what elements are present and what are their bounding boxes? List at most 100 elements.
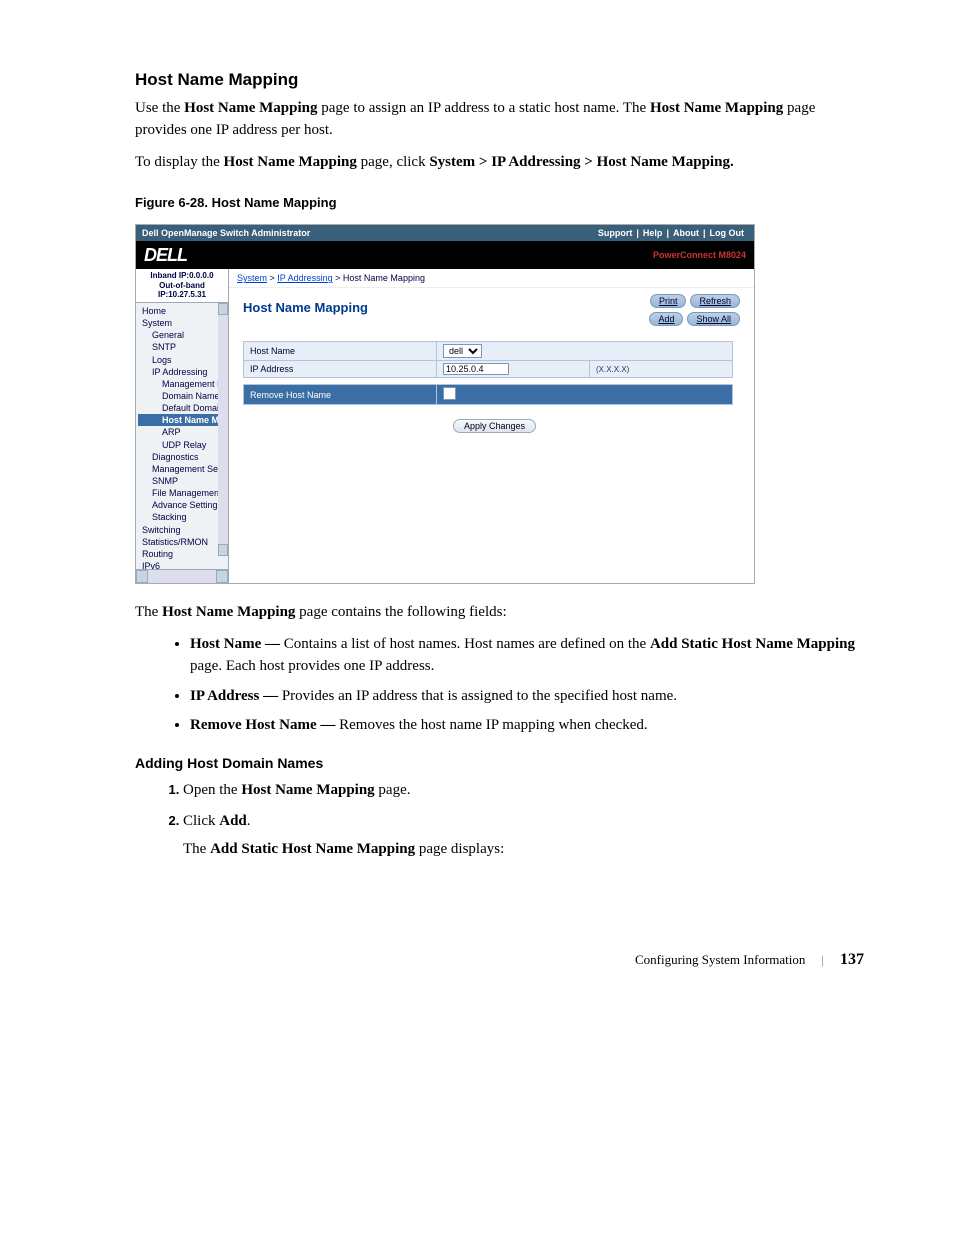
field-desc: Provides an IP address that is assigned … [282,688,677,704]
form-table: Host Name dell IP Address (X.X.X.X) [243,341,733,378]
host-name-select[interactable]: dell [443,344,482,358]
nav-tree-item[interactable]: IP Addressing [138,366,228,378]
help-link[interactable]: Help [643,228,663,238]
ip-info: Inband IP:0.0.0.0 Out-of-band IP:10.27.5… [136,269,228,303]
scroll-right-icon[interactable] [216,570,228,583]
about-link[interactable]: About [673,228,699,238]
nav-tree-item[interactable]: Advance Settings [138,499,228,511]
text-bold: Host Name Mapping [162,604,295,620]
nav-tree-item[interactable]: Home [138,305,228,317]
nav-tree-item[interactable]: Default Domain N [138,402,228,414]
apply-changes-button[interactable]: Apply Changes [453,419,536,433]
nav-tree[interactable]: HomeSystemGeneralSNTPLogsIP AddressingMa… [136,303,228,569]
figure-caption: Figure 6-28. Host Name Mapping [135,195,864,210]
nav-tree-item[interactable]: Statistics/RMON [138,536,228,548]
intro-paragraph: Use the Host Name Mapping page to assign… [135,98,864,142]
nav-tree-item[interactable]: Management Int [138,378,228,390]
nav-paragraph: To display the Host Name Mapping page, c… [135,152,864,174]
ip-address-hint: (X.X.X.X) [590,361,733,378]
screenshot-ui: Dell OpenManage Switch Administrator Sup… [135,224,755,584]
step-2: Click Add. The Add Static Host Name Mapp… [183,810,864,861]
text: . [247,813,251,829]
app-title: Dell OpenManage Switch Administrator [142,228,310,238]
sidebar-scrollbar-horizontal[interactable] [136,569,228,583]
text-bold: Add Static Host Name Mapping [210,841,415,857]
breadcrumb: System > IP Addressing > Host Name Mappi… [229,269,754,288]
remove-table: Remove Host Name [243,384,733,405]
step-1: Open the Host Name Mapping page. [183,779,864,802]
nav-tree-item[interactable]: General [138,329,228,341]
text-bold: System > IP Addressing > Host Name Mappi… [429,154,733,170]
ip-address-row: IP Address (X.X.X.X) [244,361,733,378]
nav-tree-item[interactable]: Host Name Map [138,414,228,426]
nav-tree-item[interactable]: Logs [138,354,228,366]
text: To display the [135,154,224,170]
subsection-heading: Adding Host Domain Names [135,755,864,771]
nav-tree-item[interactable]: Diagnostics [138,451,228,463]
action-buttons: Print Refresh Add Show All [649,294,740,326]
support-link[interactable]: Support [598,228,633,238]
nav-tree-item[interactable]: System [138,317,228,329]
refresh-button[interactable]: Refresh [690,294,740,308]
text: page to assign an IP address to a static… [318,100,650,116]
text: Use the [135,100,184,116]
nav-tree-item[interactable]: Switching [138,524,228,536]
field-host-name: Host Name — Contains a list of host name… [190,634,864,678]
steps-list: Open the Host Name Mapping page. Click A… [135,779,864,861]
field-name: Remove Host Name — [190,717,339,733]
breadcrumb-system[interactable]: System [237,273,267,283]
nav-tree-item[interactable]: Routing [138,548,228,560]
field-remove-host-name: Remove Host Name — Removes the host name… [190,715,864,737]
field-name: IP Address — [190,688,282,704]
ip-address-label: IP Address [244,361,437,378]
nav-tree-item[interactable]: Management Secur [138,463,228,475]
text-bold: Host Name Mapping [241,782,374,798]
scroll-left-icon[interactable] [136,570,148,583]
text: page. [375,782,411,798]
page-footer: Configuring System Information | 137 [135,951,864,969]
nav-tree-item[interactable]: ARP [138,426,228,438]
text: page contains the following fields: [295,604,506,620]
field-desc-bold: Add Static Host Name Mapping [650,636,855,652]
nav-tree-item[interactable]: IPv6 [138,560,228,569]
field-desc-post: page. Each host provides one IP address. [190,658,434,674]
content-area: Host Name Mapping Print Refresh Add Show… [229,288,754,583]
model-label: PowerConnect M8024 [653,250,746,260]
scroll-up-icon[interactable] [218,303,228,315]
remove-host-row: Remove Host Name [244,385,733,405]
nav-tree-item[interactable]: File Management [138,487,228,499]
nav-tree-item[interactable]: UDP Relay [138,439,228,451]
app-body: Inband IP:0.0.0.0 Out-of-band IP:10.27.5… [136,269,754,583]
footer-separator: | [821,952,824,968]
scroll-down-icon[interactable] [218,544,228,556]
after-figure-text: The Host Name Mapping page contains the … [135,602,864,624]
ip-address-input[interactable] [443,363,509,375]
inband-ip: Inband IP:0.0.0.0 [139,271,225,281]
text-bold: Add [219,813,247,829]
text-bold: Host Name Mapping [184,100,317,116]
print-button[interactable]: Print [650,294,687,308]
sidebar: Inband IP:0.0.0.0 Out-of-band IP:10.27.5… [136,269,229,583]
sidebar-scrollbar-vertical[interactable] [218,303,228,556]
remove-host-checkbox[interactable] [443,387,456,400]
breadcrumb-ip-addressing[interactable]: IP Addressing [277,273,332,283]
nav-tree-item[interactable]: Domain Name S [138,390,228,402]
nav-tree-item[interactable]: SNMP [138,475,228,487]
logout-link[interactable]: Log Out [710,228,745,238]
text: page displays: [415,841,504,857]
page-number: 137 [840,951,864,969]
field-ip-address: IP Address — Provides an IP address that… [190,686,864,708]
section-heading: Host Name Mapping [135,70,864,90]
dell-logo: DELL [144,245,187,266]
app-titlebar: Dell OpenManage Switch Administrator Sup… [136,225,754,241]
nav-tree-item[interactable]: SNTP [138,341,228,353]
text: page, click [357,154,429,170]
field-list: Host Name — Contains a list of host name… [135,634,864,737]
footer-section: Configuring System Information [635,952,805,968]
add-button[interactable]: Add [649,312,683,326]
nav-tree-item[interactable]: Stacking [138,511,228,523]
host-name-row: Host Name dell [244,342,733,361]
host-name-label: Host Name [244,342,437,361]
step-2-result: The Add Static Host Name Mapping page di… [183,838,864,861]
show-all-button[interactable]: Show All [687,312,740,326]
